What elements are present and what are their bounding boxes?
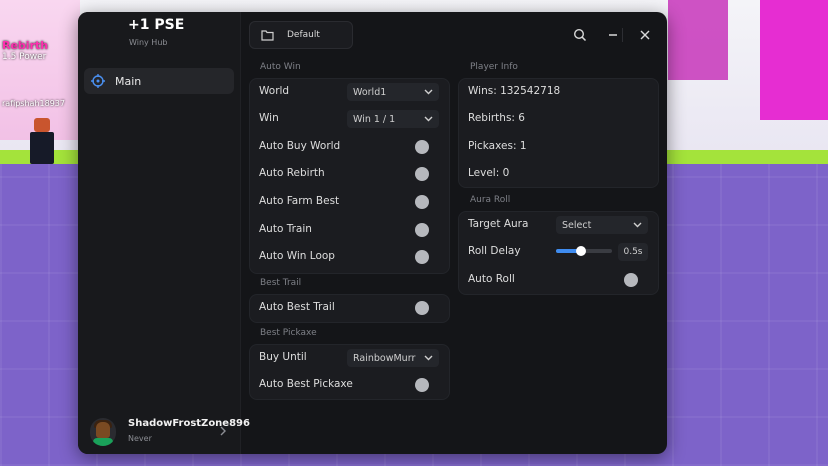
chevron-down-icon xyxy=(633,222,642,228)
avatar xyxy=(90,418,116,446)
user-profile[interactable]: ShadowFrostZone896 Never xyxy=(88,414,250,448)
close-button[interactable] xyxy=(632,22,658,48)
win-label: Win xyxy=(259,112,279,124)
win-dropdown-value: Win 1 / 1 xyxy=(353,113,396,125)
best-trail-card: Auto Best Trail xyxy=(249,294,450,323)
window-title: +1 PSE xyxy=(128,17,185,33)
folder-icon xyxy=(261,30,274,41)
rebirths-row: Rebirths: 6 xyxy=(459,106,658,133)
minimize-icon xyxy=(609,34,617,36)
window-subtitle: Winy Hub xyxy=(129,38,168,47)
player-info-card: Wins: 132542718 Rebirths: 6 Pickaxes: 1 … xyxy=(458,78,659,188)
auto-buy-world-toggle[interactable] xyxy=(415,140,429,154)
auto-train-label: Auto Train xyxy=(259,223,312,235)
auto-buy-world-row: Auto Buy World xyxy=(250,134,449,161)
wins-row: Wins: 132542718 xyxy=(459,79,658,106)
user-status: Never xyxy=(128,434,152,443)
auto-train-row: Auto Train xyxy=(250,217,449,244)
auto-best-trail-label: Auto Best Trail xyxy=(259,301,335,313)
game-character xyxy=(30,118,54,164)
sidebar: +1 PSE Winy Hub Main ShadowFrostZone896 … xyxy=(78,12,250,454)
buy-until-row: Buy Until RainbowMurr xyxy=(250,345,449,372)
roll-delay-slider-knob[interactable] xyxy=(576,246,587,256)
chevron-down-icon xyxy=(424,116,433,122)
auto-best-pickaxe-row: Auto Best Pickaxe xyxy=(250,372,449,399)
search-icon xyxy=(573,28,587,42)
world-row: World World1 xyxy=(250,79,449,106)
auto-win-loop-row: Auto Win Loop xyxy=(250,244,449,271)
username: ShadowFrostZone896 xyxy=(128,418,250,429)
world-dropdown[interactable]: World1 xyxy=(347,83,439,101)
auto-buy-world-label: Auto Buy World xyxy=(259,140,341,152)
auto-best-pickaxe-label: Auto Best Pickaxe xyxy=(259,378,353,390)
auto-win-loop-label: Auto Win Loop xyxy=(259,250,335,262)
crosshair-icon xyxy=(91,74,105,88)
auto-rebirth-label: Auto Rebirth xyxy=(259,167,325,179)
game-pink-pillar xyxy=(668,0,728,80)
target-aura-dropdown[interactable]: Select xyxy=(556,216,648,234)
sidebar-item-label: Main xyxy=(115,74,142,88)
section-title-best-pickaxe: Best Pickaxe xyxy=(260,328,317,338)
wins-value: Wins: 132542718 xyxy=(468,85,561,97)
best-pickaxe-card: Buy Until RainbowMurr Auto Best Pickaxe xyxy=(249,344,450,400)
level-row: Level: 0 xyxy=(459,161,658,188)
section-title-best-trail: Best Trail xyxy=(260,278,302,288)
auto-best-trail-toggle[interactable] xyxy=(415,301,429,315)
win-dropdown[interactable]: Win 1 / 1 xyxy=(347,110,439,128)
world-dropdown-value: World1 xyxy=(353,86,387,98)
auto-best-trail-row: Auto Best Trail xyxy=(250,295,449,322)
hub-window: +1 PSE Winy Hub Main ShadowFrostZone896 … xyxy=(78,12,667,454)
buy-until-dropdown[interactable]: RainbowMurr xyxy=(347,349,439,367)
game-pink-wall-right xyxy=(760,0,828,120)
roll-delay-label: Roll Delay xyxy=(468,245,521,257)
auto-farm-best-row: Auto Farm Best xyxy=(250,189,449,216)
auto-roll-label: Auto Roll xyxy=(468,273,515,285)
roll-delay-row: Roll Delay 0.5s xyxy=(459,239,658,266)
auto-train-toggle[interactable] xyxy=(415,223,429,237)
auto-farm-best-label: Auto Farm Best xyxy=(259,195,340,207)
tab-label: Default xyxy=(287,30,320,40)
chevron-down-icon xyxy=(424,89,433,95)
win-row: Win Win 1 / 1 xyxy=(250,106,449,133)
auto-roll-toggle[interactable] xyxy=(624,273,638,287)
section-title-auto-win: Auto Win xyxy=(260,62,301,72)
chevron-down-icon xyxy=(424,355,433,361)
level-value: Level: 0 xyxy=(468,167,510,179)
sidebar-item-main[interactable]: Main xyxy=(84,68,234,94)
close-icon xyxy=(640,30,650,40)
buy-until-dropdown-value: RainbowMurr xyxy=(353,352,416,364)
auto-win-loop-toggle[interactable] xyxy=(415,250,429,264)
search-button[interactable] xyxy=(567,22,593,48)
pickaxes-row: Pickaxes: 1 xyxy=(459,134,658,161)
game-player-tag: rafipshah18937 xyxy=(2,99,65,108)
section-title-player-info: Player Info xyxy=(470,62,518,72)
auto-rebirth-row: Auto Rebirth xyxy=(250,161,449,188)
buy-until-label: Buy Until xyxy=(259,351,307,363)
target-aura-label: Target Aura xyxy=(468,218,529,230)
roll-delay-slider[interactable] xyxy=(556,246,612,256)
auto-rebirth-toggle[interactable] xyxy=(415,167,429,181)
auto-farm-best-toggle[interactable] xyxy=(415,195,429,209)
rebirths-value: Rebirths: 6 xyxy=(468,112,525,124)
auto-roll-row: Auto Roll xyxy=(459,267,658,294)
aura-roll-card: Target Aura Select Roll Delay 0.5s Auto … xyxy=(458,211,659,295)
world-label: World xyxy=(259,85,290,97)
chevron-right-icon xyxy=(220,426,226,436)
target-aura-row: Target Aura Select xyxy=(459,212,658,239)
auto-best-pickaxe-toggle[interactable] xyxy=(415,378,429,392)
game-power-label: 1.5 Power xyxy=(2,52,47,62)
section-title-aura-roll: Aura Roll xyxy=(470,195,511,205)
tab-default[interactable]: Default xyxy=(249,21,353,49)
game-rebirth-label: Rebirth xyxy=(2,39,49,52)
target-aura-dropdown-value: Select xyxy=(562,219,592,231)
roll-delay-value: 0.5s xyxy=(618,243,648,261)
auto-win-card: World World1 Win Win 1 / 1 Auto Buy Worl… xyxy=(249,78,450,274)
minimize-button[interactable] xyxy=(600,22,626,48)
pickaxes-value: Pickaxes: 1 xyxy=(468,140,527,152)
